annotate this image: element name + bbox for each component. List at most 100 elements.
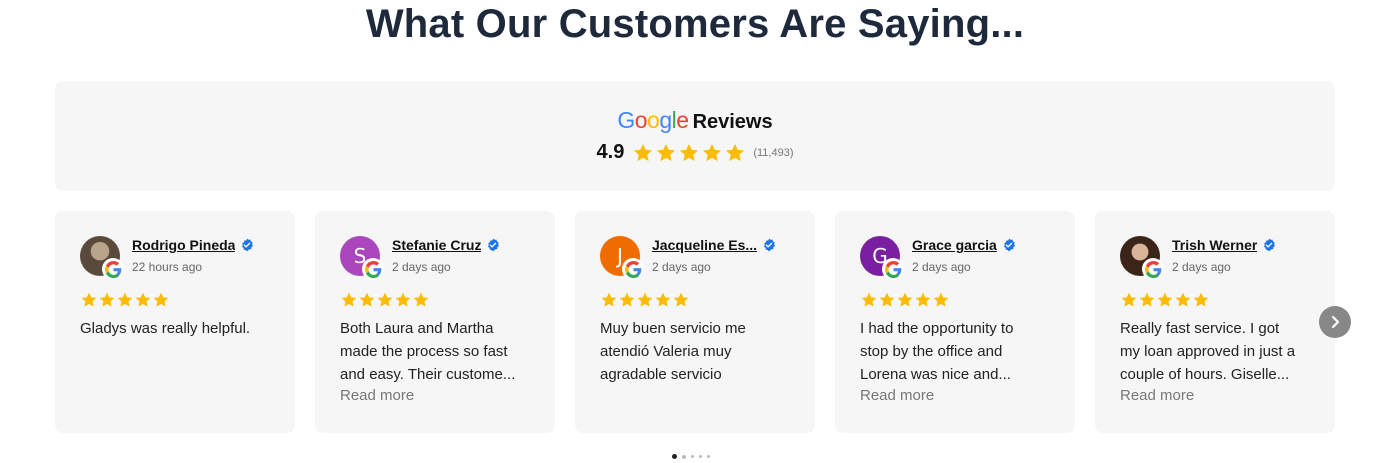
google-icon (622, 258, 644, 280)
review-text-line: couple of hours. Giselle... (1120, 366, 1290, 383)
star-icon (1192, 291, 1210, 309)
star-icon (134, 291, 152, 309)
rating-count[interactable]: (11,493) (753, 147, 793, 159)
summary-label: Reviews (692, 111, 773, 133)
page-title: What Our Customers Are Saying... (365, 2, 1025, 46)
summary-rating: 4.9 (11,493) (55, 141, 1335, 164)
pagination-dot[interactable] (699, 455, 702, 458)
pagination-dot[interactable] (707, 455, 710, 458)
review-card: Rodrigo Pineda 22 hours ago Gladys was rea… (55, 211, 295, 433)
star-icon (412, 291, 430, 309)
reviewer-name[interactable]: Jacqueline Es... (652, 237, 757, 253)
reviewer-name-row: Trish Werner (1172, 237, 1276, 253)
review-text-line: I had the opportunity to (860, 320, 1014, 337)
review-stars (860, 291, 950, 309)
reviewer-name[interactable]: Trish Werner (1172, 237, 1257, 253)
review-stars (80, 291, 170, 309)
review-card: G Grace garcia 2 days ago I had the opportu… (835, 211, 1075, 433)
review-text-line: Lorena was nice and... (860, 366, 1011, 383)
star-icon (632, 142, 654, 164)
star-icon (376, 291, 394, 309)
star-icon (600, 291, 618, 309)
star-icon (655, 142, 677, 164)
verified-icon (1002, 238, 1016, 252)
review-stars (1120, 291, 1210, 309)
verified-icon (486, 238, 500, 252)
star-icon (116, 291, 134, 309)
reviewer-name[interactable]: Stefanie Cruz (392, 237, 481, 253)
review-text: Muy buen servicio me atendió Valeria muy a… (600, 317, 795, 386)
read-more-link[interactable]: Read more (340, 387, 414, 404)
star-icon (618, 291, 636, 309)
star-icon (914, 291, 932, 309)
star-icon (896, 291, 914, 309)
star-icon (701, 142, 723, 164)
star-icon (152, 291, 170, 309)
review-time: 2 days ago (912, 260, 971, 274)
star-icon (636, 291, 654, 309)
review-text-line: and easy. Their custome... (340, 366, 516, 383)
star-icon (80, 291, 98, 309)
reviewer-avatar[interactable]: G (860, 236, 904, 280)
reviewer-name-row: Stefanie Cruz (392, 237, 500, 253)
google-icon (1142, 258, 1164, 280)
star-icon (98, 291, 116, 309)
rating-stars (632, 142, 747, 164)
star-icon (394, 291, 412, 309)
rating-value: 4.9 (596, 141, 625, 163)
google-icon (102, 258, 124, 280)
star-icon (678, 142, 700, 164)
review-time: 2 days ago (652, 260, 711, 274)
review-text: Both Laura and Martha made the process so… (340, 317, 535, 386)
read-more-link[interactable]: Read more (860, 387, 934, 404)
review-time: 22 hours ago (132, 260, 203, 274)
review-text-line: made the process so fast (340, 343, 508, 360)
reviewer-name-row: Grace garcia (912, 237, 1016, 253)
review-time: 2 days ago (1172, 260, 1231, 274)
reviewer-avatar[interactable] (1120, 236, 1164, 280)
reviewer-avatar[interactable] (80, 236, 124, 280)
pagination-dot[interactable] (691, 455, 694, 458)
pagination-dot[interactable] (682, 454, 686, 459)
carousel-pagination (672, 454, 715, 459)
reviewer-avatar[interactable]: S (340, 236, 384, 280)
review-text-line: Muy buen servicio me (600, 320, 746, 337)
review-card: Trish Werner 2 days ago Really fast servic… (1095, 211, 1335, 433)
reviews-summary: Google Reviews 4.9 (11,493) (55, 81, 1335, 191)
google-logo: Google (617, 107, 689, 133)
review-text-line: my loan approved in just a (1120, 343, 1296, 360)
star-icon (340, 291, 358, 309)
reviewer-name-row: Jacqueline Es... (652, 237, 776, 253)
review-stars (600, 291, 690, 309)
review-text-line: Gladys was really helpful. (80, 320, 251, 337)
next-button[interactable] (1319, 306, 1351, 338)
star-icon (1138, 291, 1156, 309)
star-icon (1156, 291, 1174, 309)
verified-icon (762, 238, 776, 252)
review-carousel: Rodrigo Pineda 22 hours ago Gladys was rea… (55, 211, 1335, 433)
star-icon (1174, 291, 1192, 309)
review-card: J Jacqueline Es... 2 days ago Muy buen serv… (575, 211, 815, 433)
review-text-line: stop by the office and (860, 343, 1003, 360)
chevron-right-icon (1331, 315, 1340, 329)
verified-icon (240, 238, 254, 252)
star-icon (654, 291, 672, 309)
star-icon (724, 142, 746, 164)
summary-brand: Google Reviews (55, 107, 1335, 134)
star-icon (932, 291, 950, 309)
pagination-dot[interactable] (672, 454, 677, 459)
star-icon (672, 291, 690, 309)
read-more-link[interactable]: Read more (1120, 387, 1194, 404)
star-icon (1120, 291, 1138, 309)
reviewer-name[interactable]: Grace garcia (912, 237, 997, 253)
reviewer-name-row: Rodrigo Pineda (132, 237, 254, 253)
verified-icon (1262, 238, 1276, 252)
review-text: Gladys was really helpful. (80, 317, 275, 340)
reviewer-name[interactable]: Rodrigo Pineda (132, 237, 235, 253)
review-text: Really fast service. I got my loan approv… (1120, 317, 1315, 386)
review-stars (340, 291, 430, 309)
review-text: I had the opportunity to stop by the offi… (860, 317, 1055, 386)
review-card: S Stefanie Cruz 2 days ago Both Laura and M… (315, 211, 555, 433)
reviewer-avatar[interactable]: J (600, 236, 644, 280)
review-text-line: Both Laura and Martha (340, 320, 494, 337)
